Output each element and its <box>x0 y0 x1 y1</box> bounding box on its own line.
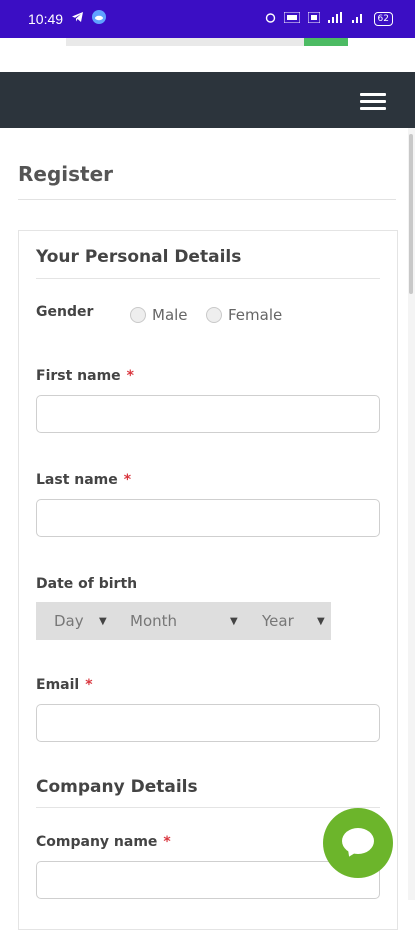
dob-year-value: Year <box>262 612 294 630</box>
company-name-input[interactable] <box>36 861 380 899</box>
dob-day-value: Day <box>54 612 84 630</box>
first-name-label-text: First name <box>36 368 121 384</box>
gender-female-option[interactable]: Female <box>206 306 282 324</box>
personal-details-heading: Your Personal Details <box>36 247 242 267</box>
signal-2-icon <box>351 12 366 26</box>
dob-month-value: Month <box>130 612 178 630</box>
gender-male-radio[interactable] <box>130 307 146 323</box>
chevron-down-icon: ▼ <box>230 615 238 627</box>
email-input[interactable] <box>36 704 380 742</box>
last-name-input[interactable] <box>36 499 380 537</box>
telegram-icon <box>71 11 84 27</box>
top-navbar <box>0 72 415 128</box>
personal-details-divider <box>36 278 380 279</box>
dob-year-select[interactable]: Year ▼ <box>244 602 331 640</box>
gender-female-radio[interactable] <box>206 307 222 323</box>
gender-male-label: Male <box>152 306 188 324</box>
cloud-icon <box>92 10 107 28</box>
url-progress <box>304 38 348 46</box>
required-marker: * <box>123 472 132 488</box>
required-marker: * <box>126 368 134 384</box>
scrollbar-thumb[interactable] <box>409 134 413 294</box>
chevron-down-icon: ▼ <box>317 615 325 627</box>
last-name-label: Last name * <box>36 472 131 488</box>
url-bar[interactable] <box>66 38 304 46</box>
gender-label: Gender <box>36 304 94 320</box>
battery-icon: 62 <box>373 12 393 26</box>
dob-day-select[interactable]: Day ▼ <box>36 602 112 640</box>
volte-icon <box>283 11 301 26</box>
company-details-divider <box>36 807 380 808</box>
company-details-heading: Company Details <box>36 777 198 797</box>
menu-icon[interactable] <box>352 86 394 116</box>
required-marker: * <box>163 834 171 850</box>
required-marker: * <box>85 677 93 693</box>
chevron-down-icon: ▼ <box>99 615 107 627</box>
dob-selects: Day ▼ Month ▼ Year ▼ <box>36 602 331 640</box>
first-name-input[interactable] <box>36 395 380 433</box>
last-name-label-text: Last name <box>36 472 118 488</box>
dob-month-select[interactable]: Month ▼ <box>112 602 244 640</box>
dob-label: Date of birth <box>36 576 138 592</box>
email-label: Email * <box>36 677 93 693</box>
network-icon <box>307 11 321 26</box>
gender-male-option[interactable]: Male <box>130 306 188 324</box>
title-divider <box>18 199 396 200</box>
alarm-icon <box>265 12 276 26</box>
gender-female-label: Female <box>228 306 283 324</box>
company-name-label: Company name * <box>36 834 171 850</box>
first-name-label: First name * <box>36 368 134 384</box>
email-label-text: Email <box>36 677 80 693</box>
signal-icon <box>327 12 344 26</box>
page-scrollbar[interactable] <box>408 128 415 900</box>
status-time: 10:49 <box>28 11 64 27</box>
page-title: Register <box>18 162 114 186</box>
browser-url-strip <box>0 38 415 72</box>
status-bar: 10:49 62 <box>0 0 415 38</box>
chat-button[interactable] <box>323 808 393 878</box>
company-name-label-text: Company name <box>36 834 158 850</box>
